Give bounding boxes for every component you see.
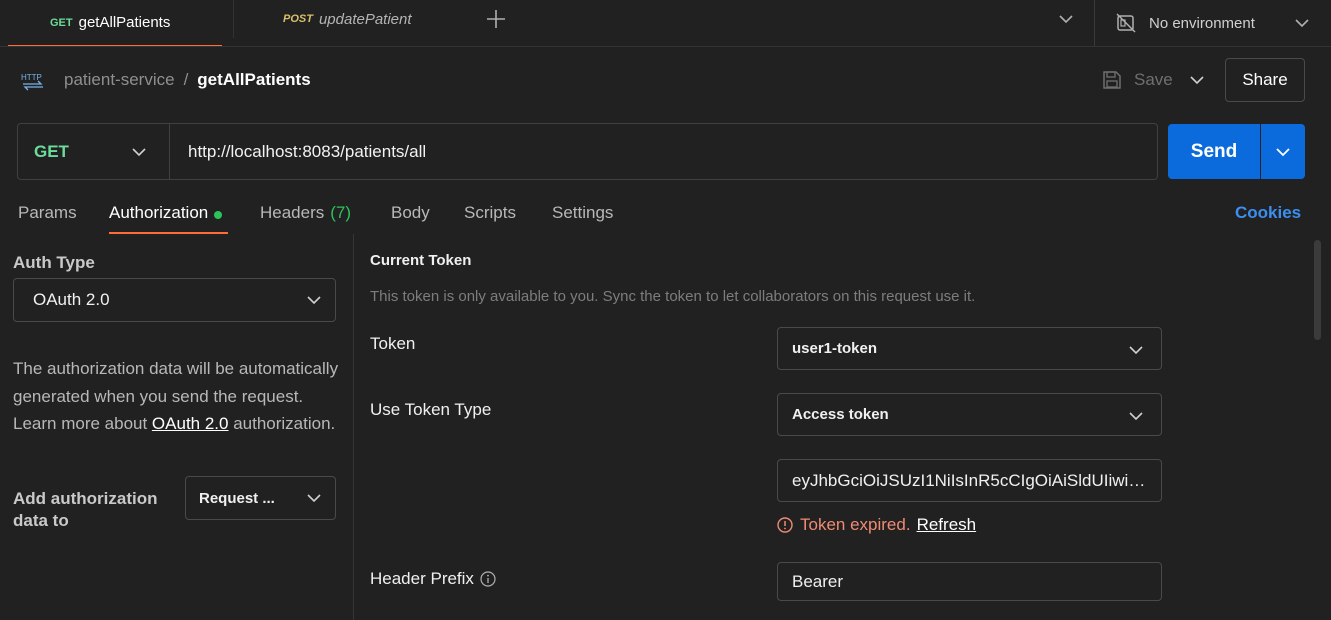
- refresh-link[interactable]: Refresh: [917, 515, 977, 535]
- send-button[interactable]: Send: [1168, 124, 1260, 179]
- save-icon: [1102, 70, 1122, 90]
- svg-text:HTTP: HTTP: [21, 73, 42, 82]
- token-label: Token: [370, 334, 416, 353]
- divider: [0, 46, 1331, 47]
- tab-label: getAllPatients: [78, 14, 171, 31]
- auth-type-select[interactable]: OAuth 2.0: [13, 278, 336, 322]
- method-value: GET: [34, 141, 69, 161]
- tab-scripts[interactable]: Scripts: [464, 200, 516, 234]
- use-token-type-label: Use Token Type: [370, 400, 492, 419]
- auth-type-label: Auth Type: [13, 253, 95, 272]
- tab-label: Body: [391, 203, 430, 222]
- chevron-down-icon[interactable]: [1184, 66, 1210, 94]
- tab-label: Authorization: [109, 203, 209, 222]
- share-button[interactable]: Share: [1225, 58, 1305, 102]
- scrollbar[interactable]: [1314, 240, 1321, 340]
- tab-label: Settings: [552, 203, 614, 222]
- auth-description: The authorization data will be automatic…: [13, 355, 343, 438]
- tab-authorization[interactable]: Authorization: [109, 200, 228, 234]
- tab-bar: GET getAllPatients POST updatePatient No…: [0, 0, 1331, 47]
- method-select[interactable]: GET: [18, 124, 170, 179]
- tab-headers[interactable]: Headers (7): [260, 200, 351, 234]
- header-prefix-input[interactable]: Bearer: [777, 562, 1162, 601]
- share-label: Share: [1242, 70, 1288, 89]
- tab-label: Headers: [260, 203, 325, 222]
- send-label: Send: [1190, 140, 1238, 162]
- add-auth-to-select[interactable]: Request ...: [185, 476, 336, 520]
- tab-updatepatient[interactable]: POST updatePatient: [233, 0, 473, 38]
- token-expired-text: Token expired.: [800, 515, 911, 534]
- save-button[interactable]: Save: [1102, 66, 1173, 94]
- token-type-select[interactable]: Access token: [777, 393, 1162, 436]
- tab-label: Scripts: [464, 203, 516, 222]
- add-auth-to-value: Request ...: [199, 489, 275, 507]
- url-input[interactable]: http://localhost:8083/patients/all: [188, 124, 426, 179]
- chevron-down-icon: [1291, 14, 1313, 32]
- tab-method: GET: [50, 16, 73, 29]
- alert-circle-icon: [777, 517, 793, 533]
- breadcrumb-separator: /: [183, 70, 189, 89]
- chevron-down-icon: [1129, 411, 1143, 421]
- chevron-down-icon: [1129, 345, 1143, 355]
- tab-label: Params: [18, 203, 77, 222]
- auth-type-value: OAuth 2.0: [33, 290, 110, 309]
- send-options-button[interactable]: [1261, 124, 1305, 179]
- no-environment-icon: [1115, 13, 1137, 33]
- token-status: Token expired. Refresh: [777, 515, 976, 535]
- tab-getallpatients[interactable]: GET getAllPatients: [8, 0, 222, 47]
- breadcrumb-parent[interactable]: patient-service: [64, 70, 175, 90]
- current-token-description: This token is only available to you. Syn…: [370, 288, 976, 305]
- tab-params[interactable]: Params: [18, 200, 77, 234]
- header-prefix-value: Bearer: [792, 571, 844, 591]
- chevron-down-icon[interactable]: [1054, 10, 1078, 28]
- plus-icon[interactable]: [484, 8, 508, 30]
- tab-body[interactable]: Body: [391, 200, 430, 234]
- current-token-title: Current Token: [370, 252, 472, 269]
- token-select-value: user1-token: [792, 340, 878, 357]
- chevron-down-icon: [130, 143, 148, 161]
- info-icon[interactable]: [480, 571, 496, 587]
- tab-label: updatePatient: [318, 10, 412, 28]
- token-string-value: eyJhbGciOiJSUzI1NiIsInR5cCIgOiAiSldUIiwi…: [792, 470, 1152, 490]
- environment-selector[interactable]: No environment: [1094, 0, 1331, 46]
- panel-divider[interactable]: [353, 234, 354, 620]
- header-prefix-row: Header Prefix: [370, 569, 496, 589]
- headers-count: (7): [330, 203, 352, 222]
- header-prefix-label: Header Prefix: [370, 569, 474, 588]
- auth-description-text: authorization.: [228, 414, 336, 433]
- chevron-down-icon: [1274, 143, 1292, 161]
- environment-label: No environment: [1149, 14, 1255, 32]
- tab-method: POST: [283, 13, 313, 25]
- token-type-value: Access token: [792, 406, 889, 423]
- status-dot: [214, 211, 223, 219]
- token-select[interactable]: user1-token: [777, 327, 1162, 370]
- http-icon: HTTP: [20, 69, 46, 91]
- request-title[interactable]: getAllPatients: [197, 70, 310, 90]
- cookies-link[interactable]: Cookies: [1235, 203, 1301, 223]
- add-auth-to-label: Add authorization data to: [13, 489, 158, 530]
- tab-settings[interactable]: Settings: [552, 200, 613, 234]
- chevron-down-icon: [307, 493, 321, 503]
- save-label: Save: [1134, 70, 1173, 89]
- url-bar: GET http://localhost:8083/patients/all: [17, 123, 1158, 180]
- token-string-field[interactable]: eyJhbGciOiJSUzI1NiIsInR5cCIgOiAiSldUIiwi…: [777, 459, 1162, 502]
- oauth-learn-more-link[interactable]: OAuth 2.0: [152, 414, 229, 433]
- breadcrumb: HTTP patient-service / getAllPatients: [20, 66, 311, 94]
- chevron-down-icon: [307, 295, 321, 305]
